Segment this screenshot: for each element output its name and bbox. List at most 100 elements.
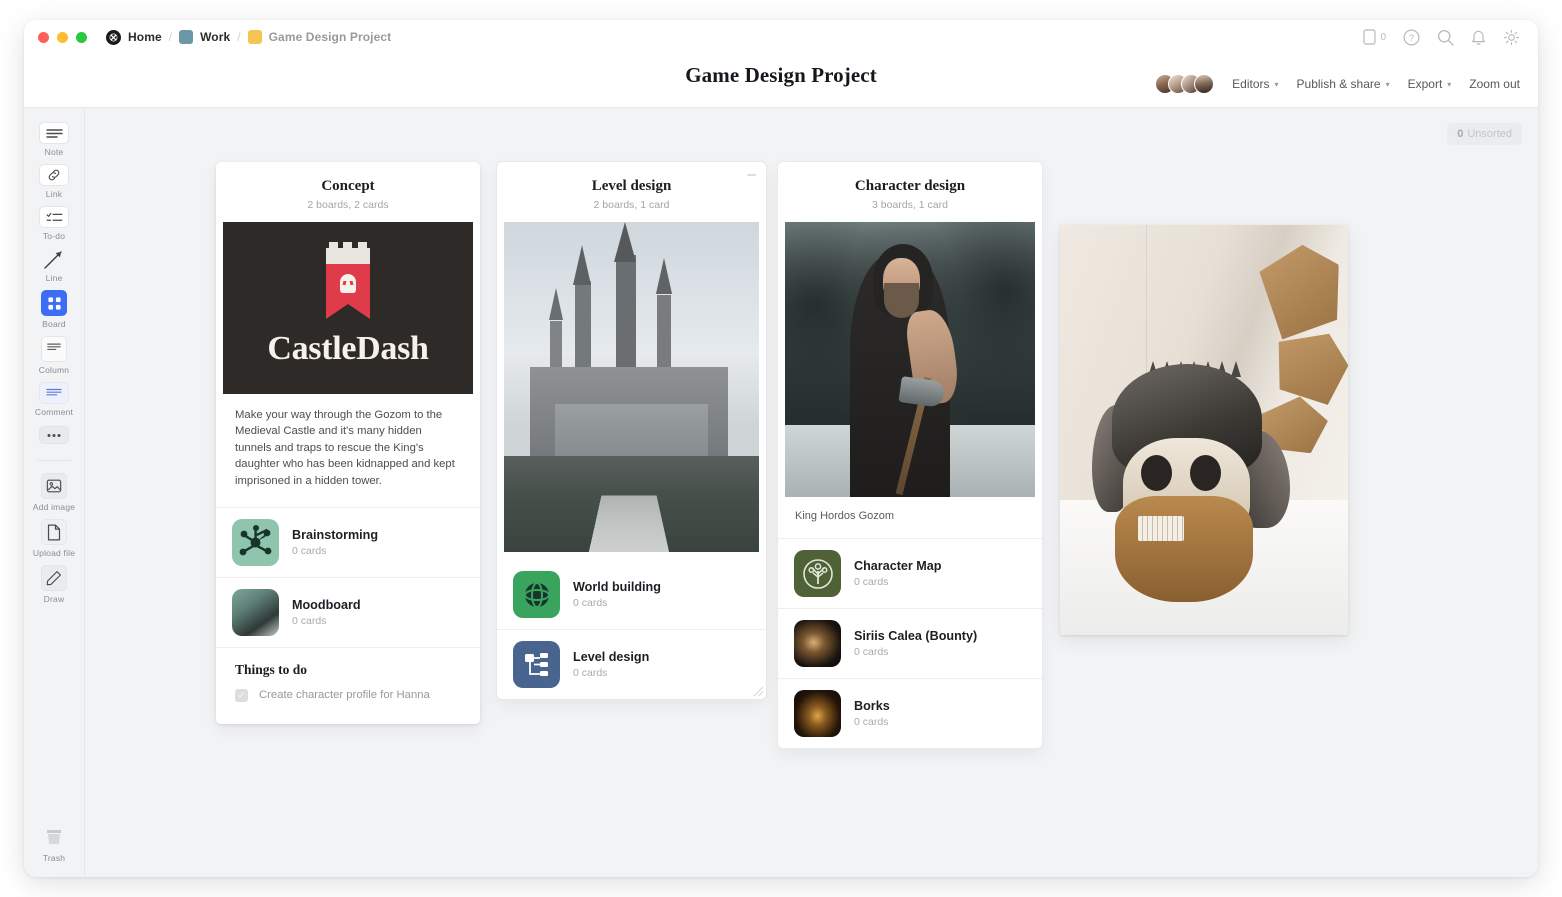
tool-comment[interactable]: Comment: [26, 382, 82, 417]
board-subtitle: 3 boards, 1 card: [872, 199, 948, 211]
tool-add-image-label: Add image: [32, 502, 76, 512]
board-item-count: 0 cards: [854, 716, 889, 728]
board-item-world-building[interactable]: World building 0 cards: [497, 560, 766, 630]
avatar[interactable]: [1194, 74, 1215, 94]
board-item-name: Moodboard: [292, 597, 361, 612]
board-item-borks[interactable]: Borks 0 cards: [778, 679, 1042, 748]
world-thumb: [513, 571, 560, 618]
breadcrumb-home-label: Home: [128, 30, 162, 44]
castledash-logo-image[interactable]: CastleDash: [223, 222, 473, 394]
brainstorm-thumb: [232, 518, 279, 566]
board-item-brainstorming[interactable]: Brainstorming 0 cards: [216, 508, 480, 578]
board-item-level-design[interactable]: Level design 0 cards: [497, 630, 766, 699]
comment-icon: [39, 382, 69, 404]
zoom-out-button[interactable]: Zoom out: [1469, 77, 1520, 91]
board-card-concept[interactable]: Concept 2 boards, 2 cards CastleDash Mak…: [216, 162, 480, 724]
unsorted-badge[interactable]: 0 Unsorted: [1447, 123, 1522, 145]
todo-icon: [39, 206, 69, 228]
editor-avatars[interactable]: [1155, 74, 1215, 94]
close-button[interactable]: [38, 31, 49, 43]
left-toolbar: Note Link To-do Line Board Column Commen…: [24, 108, 85, 877]
help-icon[interactable]: ?: [1403, 28, 1420, 46]
board-description: Make your way through the Gozom to the M…: [216, 394, 480, 508]
editors-dropdown[interactable]: Editors ▾: [1232, 77, 1278, 91]
tool-draw-label: Draw: [43, 594, 65, 604]
breadcrumb-separator-2: /: [237, 30, 241, 44]
search-icon[interactable]: [1437, 29, 1454, 46]
board-item-count: 0 cards: [573, 597, 608, 609]
things-to-do-section: Things to do ✓ Create character profile …: [216, 648, 480, 724]
tool-link[interactable]: Link: [26, 164, 82, 199]
column-icon: [41, 336, 67, 362]
mobile-icon[interactable]: 0: [1363, 29, 1386, 45]
tool-note[interactable]: Note: [26, 122, 82, 157]
tool-draw[interactable]: Draw: [26, 565, 82, 604]
maximize-button[interactable]: [76, 31, 87, 43]
board-header: Character design 3 boards, 1 card: [778, 162, 1042, 222]
board-item-character-map[interactable]: Character Map 0 cards: [778, 539, 1042, 609]
tool-add-image[interactable]: Add image: [26, 473, 82, 512]
things-to-do-title: Things to do: [235, 661, 308, 677]
board-item-name: Borks: [854, 699, 890, 713]
board-item-text: World building 0 cards: [573, 580, 661, 609]
board-item-name: Siriis Calea (Bounty): [854, 629, 978, 643]
board-item-text: Moodboard 0 cards: [292, 598, 361, 627]
level-thumb: [513, 641, 560, 688]
siriis-thumb: [794, 620, 841, 667]
chevron-down-icon: ▾: [1447, 79, 1452, 89]
viking-skull-sculpture-image[interactable]: [1060, 225, 1348, 635]
notifications-icon[interactable]: [1471, 29, 1486, 46]
unsorted-count: 0: [1457, 128, 1464, 140]
tool-link-label: Link: [45, 189, 63, 199]
tool-trash[interactable]: Trash: [26, 824, 82, 863]
moodboard-thumb: [232, 588, 279, 636]
board-icon: [41, 290, 67, 316]
breadcrumb-workspace-label: Work: [200, 30, 231, 44]
board-title: Character design: [854, 178, 966, 194]
board-item-siriis-calea[interactable]: Siriis Calea (Bounty) 0 cards: [778, 609, 1042, 679]
traffic-lights: [24, 31, 87, 43]
board-title: Level design: [591, 178, 672, 194]
header-bar: Game Design Project Editors ▾ Publish & …: [24, 54, 1538, 108]
tool-board[interactable]: Board: [26, 290, 82, 329]
minimize-button[interactable]: [57, 31, 68, 43]
breadcrumb-project[interactable]: Game Design Project: [247, 30, 392, 44]
tool-line[interactable]: Line: [26, 248, 82, 283]
tool-line-label: Line: [45, 273, 63, 283]
board-item-moodboard[interactable]: Moodboard 0 cards: [216, 578, 480, 648]
tool-more[interactable]: [26, 426, 82, 444]
board-card-character-design[interactable]: Character design 3 boards, 1 card King H…: [778, 162, 1042, 748]
collapse-icon[interactable]: [747, 174, 756, 176]
settings-icon[interactable]: [1503, 29, 1520, 46]
trash-icon: [41, 824, 67, 850]
board-card-level-design[interactable]: Level design 2 boards, 1 card World buil…: [497, 162, 766, 699]
publish-share-dropdown[interactable]: Publish & share ▾: [1297, 77, 1390, 91]
canvas[interactable]: 0 Unsorted Concept 2 boards, 2 cards Cas…: [85, 108, 1538, 877]
todo-checkbox-checked[interactable]: ✓: [235, 688, 248, 702]
export-label: Export: [1407, 77, 1443, 91]
castledash-wordmark: CastleDash: [267, 330, 429, 367]
medieval-castle-image[interactable]: [504, 222, 759, 552]
breadcrumb-project-label: Game Design Project: [268, 30, 392, 44]
castle-shield-icon: [320, 242, 376, 319]
svg-text:?: ?: [1409, 33, 1414, 43]
todo-item[interactable]: ✓ Create character profile for Hanna: [235, 688, 461, 702]
title-bar: Home / Work / Game Design Project 0 ?: [24, 20, 1538, 54]
breadcrumb-workspace[interactable]: Work: [179, 30, 230, 44]
resize-handle[interactable]: [754, 687, 763, 696]
board-item-text: Siriis Calea (Bounty) 0 cards: [854, 629, 977, 658]
export-dropdown[interactable]: Export ▾: [1408, 77, 1452, 91]
warrior-with-axe-image[interactable]: [785, 222, 1035, 497]
board-item-name: Character Map: [854, 559, 942, 573]
tool-upload-file-label: Upload file: [32, 548, 76, 558]
tool-column[interactable]: Column: [26, 336, 82, 375]
header-actions: Editors ▾ Publish & share ▾ Export ▾ Zoo…: [1155, 74, 1520, 94]
tool-todo[interactable]: To-do: [26, 206, 82, 241]
image-icon: [41, 473, 67, 499]
image-caption: King Hordos Gozom: [778, 497, 1042, 539]
chevron-down-icon: ▾: [1274, 79, 1279, 89]
tool-upload-file[interactable]: Upload file: [26, 519, 82, 558]
breadcrumb-home[interactable]: Home: [106, 29, 162, 45]
note-icon: [39, 122, 69, 144]
board-subtitle: 2 boards, 2 cards: [307, 199, 389, 211]
